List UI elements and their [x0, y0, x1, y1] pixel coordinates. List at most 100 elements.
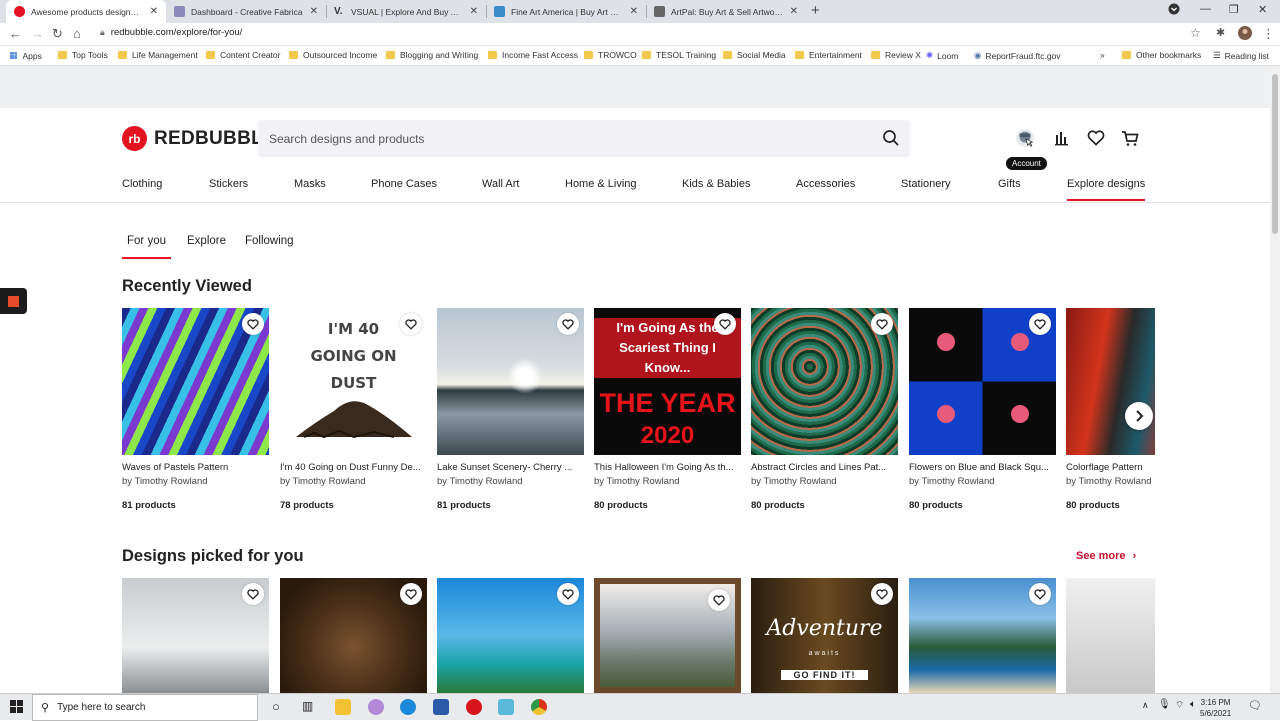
cortana-icon[interactable]: ○ [272, 699, 280, 714]
favorite-heart-icon[interactable] [708, 589, 730, 611]
design-card[interactable] [437, 578, 584, 693]
recording-widget[interactable] [0, 288, 27, 314]
notifications-icon[interactable]: 🗨︎ [1248, 699, 1262, 712]
bookmark-item[interactable]: TESOL Training [642, 50, 716, 60]
wifi-icon[interactable]: ⌔ [1175, 699, 1184, 712]
design-card[interactable] [280, 578, 427, 693]
favorite-heart-icon[interactable] [714, 313, 736, 335]
product-card[interactable]: Lake Sunset Scenery- Cherry ... by Timot… [437, 308, 584, 511]
tab-vsual[interactable]: V. VSUAL | Explore And Buy Art Prin ✕ [326, 0, 486, 23]
product-artist[interactable]: by Timothy Rowland [751, 476, 898, 487]
product-image[interactable]: I'M 40 GOING ON DUST [280, 308, 427, 455]
favorite-heart-icon[interactable] [400, 313, 422, 335]
favorite-heart-icon[interactable] [242, 583, 264, 605]
favorite-heart-icon[interactable] [242, 313, 264, 335]
design-image[interactable] [594, 578, 741, 693]
product-image[interactable] [909, 308, 1056, 455]
favorite-heart-icon[interactable] [400, 583, 422, 605]
close-icon[interactable]: ✕ [470, 6, 478, 17]
nav-masks[interactable]: Masks [294, 178, 326, 190]
favorite-heart-icon[interactable] [871, 583, 893, 605]
windows-start-icon[interactable] [10, 700, 23, 718]
taskbar-search[interactable]: ⚲ Type here to search [32, 694, 258, 721]
nav-phone-cases[interactable]: Phone Cases [371, 178, 437, 190]
product-artist[interactable]: by Timothy Rowland [437, 476, 584, 487]
opera-icon[interactable] [466, 699, 482, 715]
product-card[interactable]: I'm Going As the Scariest Thing I Know..… [594, 308, 741, 511]
scrollbar-thumb[interactable] [1272, 74, 1278, 234]
nav-kids-babies[interactable]: Kids & Babies [682, 178, 750, 190]
bookmark-item[interactable]: Top Tools [58, 50, 108, 60]
product-name[interactable]: I'm 40 Going on Dust Funny De... [280, 462, 427, 473]
bookmarks-overflow-icon[interactable]: » [1100, 50, 1105, 60]
product-image[interactable] [122, 308, 269, 455]
task-view-icon[interactable]: ▥ [302, 699, 313, 713]
restore-button[interactable]: ❐ [1229, 3, 1239, 16]
edge-icon[interactable] [400, 699, 416, 715]
design-card[interactable] [909, 578, 1056, 693]
app-icon[interactable] [498, 699, 514, 715]
bookmark-item[interactable]: Life Management [118, 50, 198, 60]
bookmark-item[interactable]: Content Creator [206, 50, 280, 60]
account-icon[interactable] [1015, 128, 1035, 148]
subtab-following[interactable]: Following [245, 235, 294, 247]
bookmark-item[interactable]: TROWCO [584, 50, 637, 60]
product-card[interactable]: Flowers on Blue and Black Squ... by Timo… [909, 308, 1056, 511]
product-name[interactable]: Flowers on Blue and Black Squ... [909, 462, 1056, 473]
favorite-heart-icon[interactable] [1029, 583, 1051, 605]
bookmark-loom[interactable]: ✺ Loom [926, 50, 958, 61]
favorite-heart-icon[interactable] [557, 313, 579, 335]
bookmark-apps[interactable]: ▦ Apps [9, 50, 42, 61]
word-icon[interactable] [433, 699, 449, 715]
design-card[interactable] [594, 578, 741, 693]
bookmark-item[interactable]: Blogging and Writing [386, 50, 478, 60]
nav-clothing[interactable]: Clothing [122, 178, 162, 190]
close-icon[interactable]: ✕ [310, 6, 318, 17]
tab-artpal[interactable]: ArtPal: Buy Art & Sell Artwork On ✕ [646, 0, 806, 23]
design-image[interactable] [437, 578, 584, 693]
see-more-link[interactable]: See more › [1076, 550, 1136, 562]
design-image[interactable] [280, 578, 427, 693]
url-field[interactable]: 🔒︎ redbubble.com/explore/for-you/ [100, 27, 242, 38]
forward-icon[interactable]: → [31, 26, 44, 41]
tab-fine-art-america[interactable]: Fine Art America | Buy Art Online ✕ [486, 0, 646, 23]
favorite-heart-icon[interactable] [557, 583, 579, 605]
product-name[interactable]: Waves of Pastels Pattern [122, 462, 269, 473]
microphone-icon[interactable]: 🎙︎ [1158, 699, 1171, 710]
design-image[interactable] [909, 578, 1056, 693]
design-card[interactable] [122, 578, 269, 693]
bookmark-other[interactable]: Other bookmarks [1122, 50, 1201, 60]
new-tab-button[interactable]: + [811, 2, 820, 19]
app-icon[interactable] [368, 699, 384, 715]
bookmark-star-icon[interactable]: ☆ [1190, 26, 1201, 40]
minimize-button[interactable]: — [1200, 3, 1211, 15]
product-artist[interactable]: by Timothy Rowland [1066, 476, 1155, 487]
product-image[interactable] [751, 308, 898, 455]
carousel-next-button[interactable] [1125, 402, 1153, 430]
volume-icon[interactable]: 🔈︎ [1190, 699, 1196, 710]
subtab-explore[interactable]: Explore [187, 235, 226, 247]
bookmark-item[interactable]: Income Fast Access [488, 50, 578, 60]
system-clock[interactable]: 3:16 PM 5/6/2021 [1200, 697, 1231, 719]
back-icon[interactable]: ← [9, 26, 22, 41]
bookmark-reportfraud[interactable]: ◉ ReportFraud.ftc.gov [974, 50, 1061, 61]
close-window-button[interactable]: ✕ [1258, 3, 1267, 16]
favorites-heart-icon[interactable] [1086, 128, 1106, 148]
nav-stickers[interactable]: Stickers [209, 178, 248, 190]
profile-avatar[interactable] [1238, 26, 1252, 43]
search-icon[interactable] [882, 129, 900, 152]
reading-list[interactable]: ☰ Reading list [1213, 50, 1269, 61]
chrome-menu-icon[interactable]: ⋮ [1262, 26, 1275, 42]
design-image[interactable] [122, 578, 269, 693]
product-name[interactable]: Lake Sunset Scenery- Cherry ... [437, 462, 584, 473]
home-icon[interactable]: ⌂ [73, 26, 81, 41]
product-image[interactable] [437, 308, 584, 455]
product-artist[interactable]: by Timothy Rowland [122, 476, 269, 487]
close-icon[interactable]: ✕ [630, 6, 638, 17]
product-artist[interactable]: by Timothy Rowland [909, 476, 1056, 487]
design-card[interactable]: Adventure awaits GO FIND IT! [751, 578, 898, 693]
tray-chevron-icon[interactable]: ∧ [1142, 700, 1149, 711]
bookmark-item[interactable]: Outsourced Income [289, 50, 377, 60]
product-name[interactable]: Abstract Circles and Lines Pat... [751, 462, 898, 473]
product-card[interactable]: Abstract Circles and Lines Pat... by Tim… [751, 308, 898, 511]
